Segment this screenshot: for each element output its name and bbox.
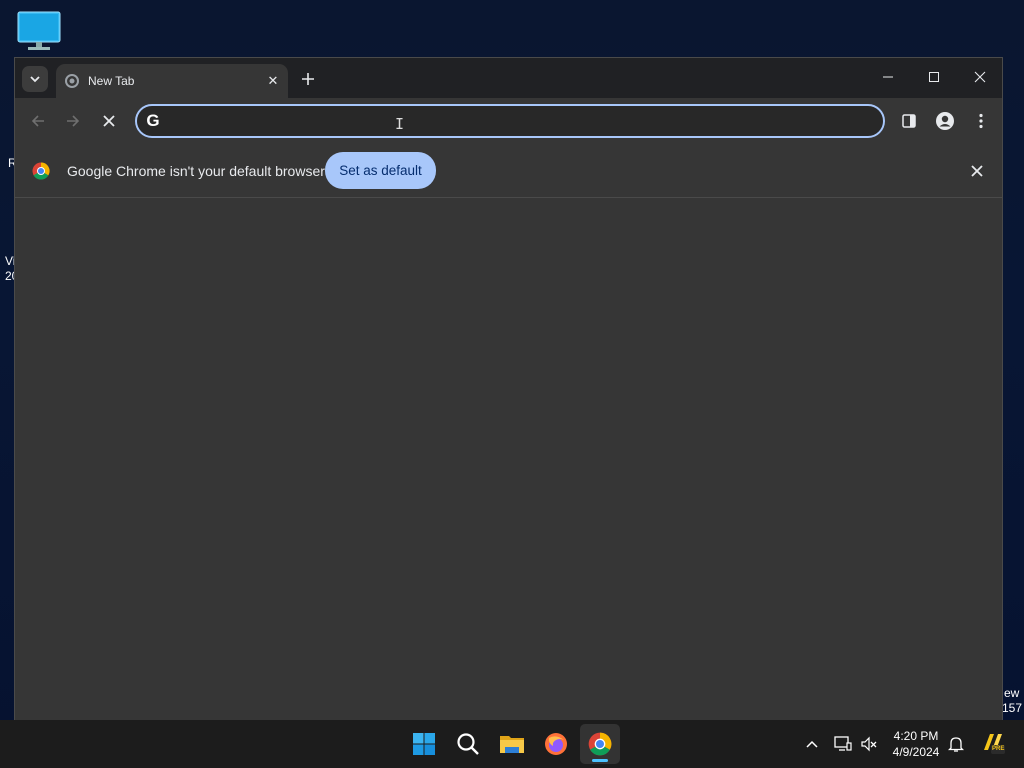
address-input[interactable] xyxy=(169,113,883,129)
tab-close-button[interactable]: ✕ xyxy=(264,72,282,90)
minimize-icon xyxy=(883,76,893,78)
chevron-down-icon xyxy=(30,76,40,83)
desktop-edge-label: ew xyxy=(1004,686,1020,700)
start-button[interactable] xyxy=(404,724,444,764)
new-tab-button[interactable] xyxy=(295,66,321,92)
menu-button[interactable] xyxy=(967,107,995,135)
copilot-icon xyxy=(984,734,1005,754)
close-window-button[interactable] xyxy=(957,60,1003,94)
tab-title: New Tab xyxy=(88,74,135,88)
firefox-icon xyxy=(545,733,567,755)
volume-button[interactable] xyxy=(859,734,879,754)
infobar-message: Google Chrome isn't your default browser xyxy=(67,163,325,179)
avatar-icon xyxy=(936,112,954,130)
folder-icon xyxy=(500,736,524,753)
arrow-left-icon xyxy=(31,115,44,127)
search-icon xyxy=(457,733,479,755)
this-pc-desktop-icon[interactable] xyxy=(16,10,62,52)
system-clock[interactable]: 4:20 PM 4/9/2024 xyxy=(886,728,946,760)
browser-toolbar: G I xyxy=(15,98,1002,144)
show-hidden-icons-button[interactable] xyxy=(802,734,822,754)
copilot-preview-button[interactable]: PRE xyxy=(980,730,1006,756)
taskbar: 4:20 PM 4/9/2024 PRE xyxy=(0,720,1024,768)
maximize-icon xyxy=(929,72,939,82)
file-explorer-button[interactable] xyxy=(492,724,532,764)
tab-search-button[interactable] xyxy=(22,66,48,92)
forward-button[interactable] xyxy=(59,107,87,135)
network-icon xyxy=(834,736,852,751)
close-icon xyxy=(103,115,115,127)
back-button[interactable] xyxy=(24,107,52,135)
close-icon xyxy=(974,71,986,83)
kebab-menu-icon xyxy=(979,113,983,129)
text-cursor-icon: I xyxy=(395,115,405,133)
desktop-edge-label: 157 xyxy=(1002,701,1023,715)
chrome-taskbar-button[interactable] xyxy=(580,724,620,764)
chrome-icon xyxy=(588,732,612,756)
google-g-icon: G xyxy=(146,111,160,130)
loading-spinner-icon xyxy=(65,74,79,88)
set-as-default-button[interactable]: Set as default xyxy=(325,152,436,189)
notifications-button[interactable] xyxy=(946,734,966,754)
bell-icon xyxy=(948,737,964,752)
chevron-up-icon xyxy=(806,740,818,748)
side-panel-icon xyxy=(902,114,916,128)
address-bar[interactable]: G I xyxy=(135,104,885,138)
preview-badge-label: PRE xyxy=(992,746,1005,752)
close-icon xyxy=(971,165,983,177)
network-button[interactable] xyxy=(833,734,853,754)
firefox-button[interactable] xyxy=(536,724,576,764)
search-button[interactable] xyxy=(448,724,488,764)
side-panel-button[interactable] xyxy=(895,107,923,135)
chrome-window: New Tab ✕ G I Google Chrome isn't your d… xyxy=(14,57,1003,720)
clock-time: 4:20 PM xyxy=(893,729,939,743)
tab-new-tab[interactable]: New Tab ✕ xyxy=(56,64,288,98)
stop-loading-button[interactable] xyxy=(95,107,123,135)
chrome-logo-icon xyxy=(32,162,50,180)
windows-logo-icon xyxy=(413,733,435,755)
maximize-button[interactable] xyxy=(911,60,957,94)
active-app-indicator xyxy=(592,759,608,762)
default-browser-infobar: Google Chrome isn't your default browser… xyxy=(15,144,1002,198)
arrow-right-icon xyxy=(67,115,80,127)
title-bar: New Tab ✕ xyxy=(15,58,1002,98)
speaker-muted-icon xyxy=(861,736,877,752)
profile-button[interactable] xyxy=(931,107,959,135)
page-content xyxy=(15,199,1002,720)
minimize-button[interactable] xyxy=(865,60,911,94)
clock-date: 4/9/2024 xyxy=(892,745,940,759)
plus-icon xyxy=(302,73,314,85)
infobar-close-button[interactable] xyxy=(967,161,987,181)
